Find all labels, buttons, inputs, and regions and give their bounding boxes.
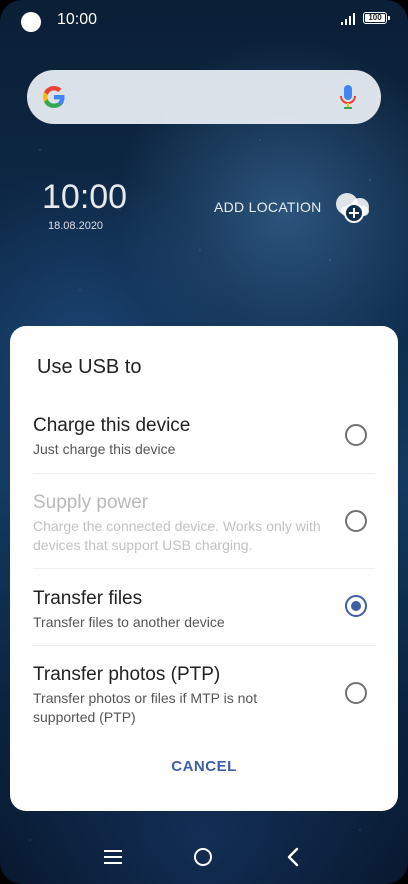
clock-widget-time[interactable]: 10:00 <box>42 178 127 217</box>
google-icon <box>43 86 65 108</box>
option-title: Charge this device <box>33 415 191 436</box>
add-location-label[interactable]: ADD LOCATION <box>214 199 322 215</box>
option-title: Transfer files <box>33 588 143 609</box>
phone-screen: 10:00 100 10:00 18.08.2020 ADD LOCATION <box>0 0 408 884</box>
option-transfer-files[interactable]: Transfer files Transfer files to another… <box>10 585 398 649</box>
option-title: Transfer photos (PTP) <box>33 664 221 685</box>
battery-tip <box>388 16 390 20</box>
add-location-icon[interactable] <box>333 190 373 226</box>
battery-level: 100 <box>365 14 385 22</box>
clock-widget-date: 18.08.2020 <box>48 220 104 232</box>
signal-icon <box>341 13 355 25</box>
option-subtitle: Transfer files to another device <box>33 614 225 630</box>
dialog-title: Use USB to <box>37 356 142 378</box>
radio-button[interactable] <box>345 682 367 704</box>
back-icon[interactable] <box>286 847 300 867</box>
usb-options-dialog: Use USB to Charge this device Just charg… <box>10 326 398 811</box>
mic-icon[interactable] <box>338 84 358 110</box>
cancel-button[interactable]: CANCEL <box>10 758 398 775</box>
divider <box>33 645 375 646</box>
navigation-bar <box>0 830 408 884</box>
status-time: 10:00 <box>57 11 98 28</box>
radio-button-selected[interactable] <box>345 595 367 617</box>
google-search-bar[interactable] <box>27 70 381 124</box>
divider <box>33 473 375 474</box>
home-icon[interactable] <box>194 848 212 866</box>
option-transfer-photos[interactable]: Transfer photos (PTP) Transfer photos or… <box>10 662 398 742</box>
option-subtitle: Just charge this device <box>33 441 176 457</box>
radio-button <box>345 510 367 532</box>
option-charge-device[interactable]: Charge this device Just charge this devi… <box>10 412 398 476</box>
menu-icon[interactable] <box>104 850 122 864</box>
status-bar: 10:00 100 <box>0 0 408 40</box>
battery-icon: 100 <box>363 12 387 24</box>
option-title: Supply power <box>33 492 149 513</box>
divider <box>33 568 375 569</box>
option-subtitle: Transfer photos or files if MTP is not s… <box>33 690 258 725</box>
camera-icon <box>21 12 41 32</box>
option-supply-power: Supply power Charge the connected device… <box>10 489 398 569</box>
radio-button[interactable] <box>345 424 367 446</box>
option-subtitle: Charge the connected device. Works only … <box>33 518 321 553</box>
